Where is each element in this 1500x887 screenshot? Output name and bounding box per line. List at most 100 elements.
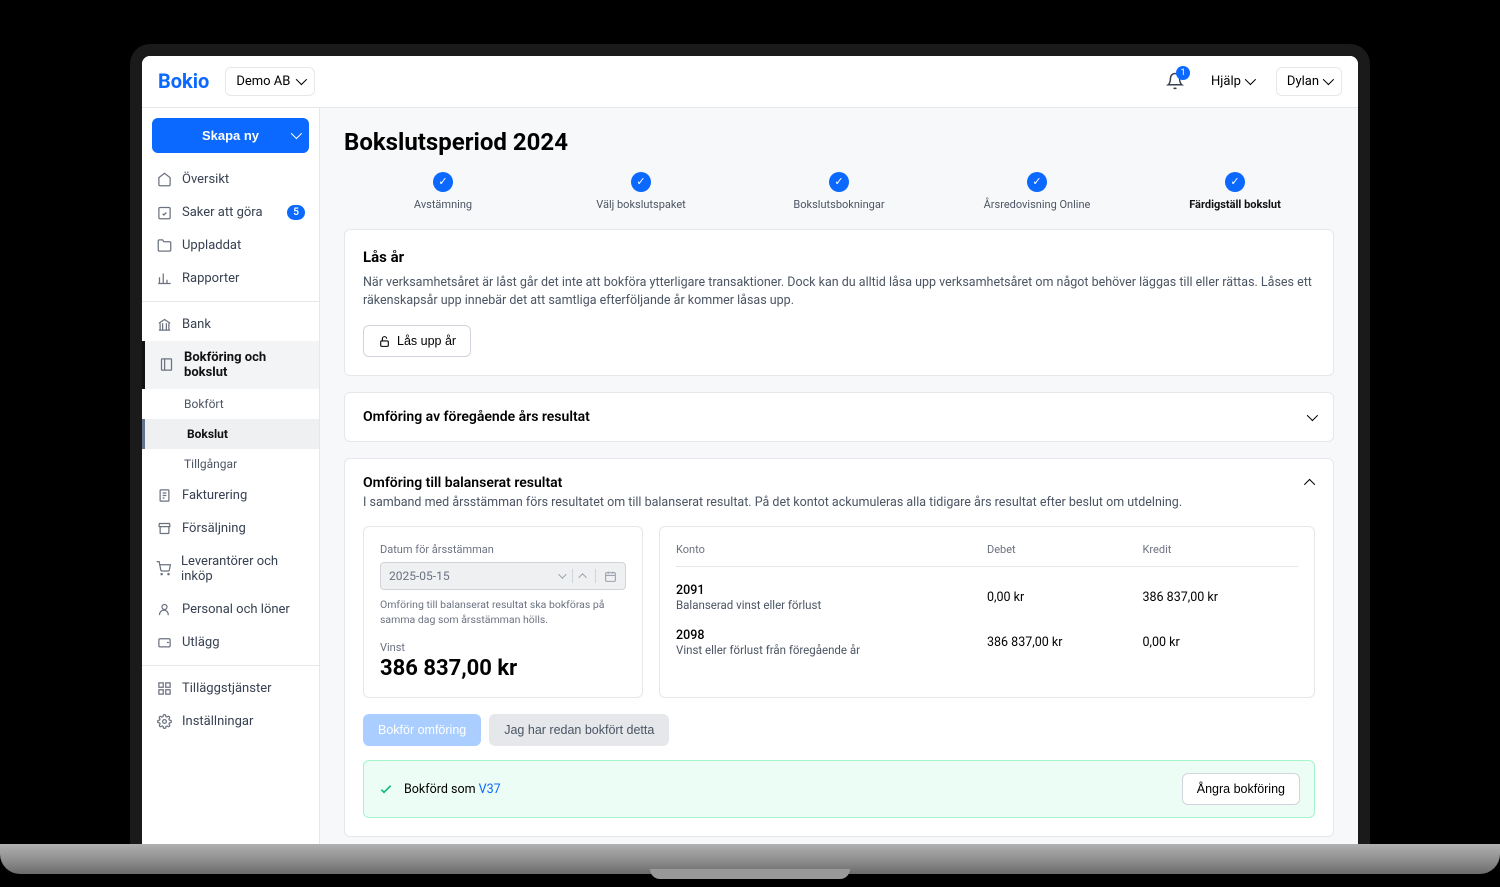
sidebar-item-uploaded[interactable]: Uppladdat	[142, 229, 319, 262]
create-new-button[interactable]: Skapa ny	[152, 118, 309, 153]
chevron-down-icon	[291, 128, 302, 139]
check-icon: ✓	[1027, 172, 1047, 192]
nav-divider	[142, 301, 319, 302]
user-name: Dylan	[1287, 74, 1319, 89]
check-icon: ✓	[433, 172, 453, 192]
person-icon	[156, 602, 172, 617]
unlock-year-button[interactable]: Lås upp år	[363, 325, 471, 357]
undo-booking-button[interactable]: Ångra bokföring	[1182, 773, 1300, 805]
step-label: Färdigställ bokslut	[1189, 198, 1281, 211]
table-row: 2091 Balanserad vinst eller förlust 0,00…	[676, 575, 1298, 620]
profit-value: 386 837,00 kr	[380, 656, 626, 681]
account-name: Balanserad vinst eller förlust	[676, 598, 987, 612]
sidebar-item-label: Översikt	[182, 172, 229, 187]
step-annual-report[interactable]: ✓ Årsredovisning Online	[938, 172, 1136, 211]
sidebar-item-label: Uppladdat	[182, 238, 241, 253]
account-code: 2098	[676, 628, 987, 643]
chevron-down-icon	[1323, 74, 1334, 85]
book-transfer-button[interactable]: Bokför omföring	[363, 714, 481, 746]
account-code: 2091	[676, 583, 987, 598]
meeting-date-panel: Datum för årsstämman 2025-05-15	[363, 526, 643, 698]
sidebar-item-label: Leverantörer och inköp	[181, 554, 305, 584]
todo-badge: 5	[287, 205, 305, 220]
chevron-down-icon	[296, 74, 307, 85]
user-menu[interactable]: Dylan	[1276, 67, 1342, 96]
step-reconciliation[interactable]: ✓ Avstämning	[344, 172, 542, 211]
app-header: Bokio Demo AB 1 Hjälp Dylan	[142, 56, 1358, 108]
reports-icon	[156, 271, 172, 286]
sidebar-item-label: Inställningar	[182, 714, 253, 729]
meeting-date-input[interactable]: 2025-05-15	[380, 562, 626, 590]
check-icon: ✓	[829, 172, 849, 192]
sidebar-item-bookkeeping[interactable]: Bokföring och bokslut	[142, 341, 319, 389]
sidebar-item-reports[interactable]: Rapporter	[142, 262, 319, 295]
invoice-icon	[156, 488, 172, 503]
notification-badge: 1	[1176, 66, 1190, 80]
step-finalize[interactable]: ✓ Färdigställ bokslut	[1136, 172, 1334, 211]
notifications-button[interactable]: 1	[1162, 68, 1188, 94]
lock-year-text: När verksamhetsåret är låst går det inte…	[363, 274, 1315, 312]
company-name: Demo AB	[236, 74, 290, 89]
create-new-label: Skapa ny	[202, 128, 259, 143]
step-label: Årsredovisning Online	[984, 198, 1091, 211]
subnav-bokslut[interactable]: Bokslut	[142, 419, 319, 449]
date-value: 2025-05-15	[389, 569, 558, 583]
prev-year-title: Omföring av föregående års resultat	[363, 409, 590, 425]
sidebar-item-suppliers[interactable]: Leverantörer och inköp	[142, 545, 319, 593]
accounts-table: Konto Debet Kredit 2091 Balanserad vinst…	[659, 526, 1315, 698]
sidebar-item-label: Saker att göra	[182, 205, 263, 220]
unlock-year-label: Lås upp år	[397, 334, 456, 348]
bank-icon	[156, 317, 172, 332]
already-booked-button[interactable]: Jag har redan bokfört detta	[489, 714, 669, 746]
sidebar-item-overview[interactable]: Översikt	[142, 163, 319, 196]
credit-value: 386 837,00 kr	[1143, 590, 1299, 605]
step-label: Avstämning	[414, 198, 472, 211]
addons-icon	[156, 681, 172, 696]
check-icon: ✓	[1225, 172, 1245, 192]
chevron-up-icon	[578, 573, 586, 581]
brand-logo: Bokio	[158, 69, 209, 93]
sidebar-item-payroll[interactable]: Personal och löner	[142, 593, 319, 626]
sidebar-item-invoicing[interactable]: Fakturering	[142, 479, 319, 512]
progress-steps: ✓ Avstämning ✓ Välj bokslutspaket ✓ Boks…	[344, 172, 1334, 211]
help-label: Hjälp	[1211, 74, 1241, 89]
step-closing-entries[interactable]: ✓ Bokslutsbokningar	[740, 172, 938, 211]
sidebar-item-expenses[interactable]: Utlägg	[142, 626, 319, 659]
step-package[interactable]: ✓ Välj bokslutspaket	[542, 172, 740, 211]
sidebar-item-label: Försäljning	[182, 521, 246, 536]
company-selector[interactable]: Demo AB	[225, 67, 315, 96]
th-debit: Debet	[987, 543, 1143, 556]
balanced-result-toggle[interactable]: Omföring till balanserat resultat	[345, 459, 1333, 495]
sidebar-item-label: Bokföring och bokslut	[184, 350, 305, 380]
sidebar-item-addons[interactable]: Tilläggstjänster	[142, 672, 319, 705]
nav-divider	[142, 665, 319, 666]
balanced-result-desc: I samband med årsstämman förs resultatet…	[363, 495, 1315, 510]
debit-value: 386 837,00 kr	[987, 635, 1143, 650]
sidebar-item-sales[interactable]: Försäljning	[142, 512, 319, 545]
chevron-down-icon	[1307, 410, 1318, 421]
page-title: Bokslutsperiod 2024	[344, 128, 1334, 156]
verification-link[interactable]: V37	[479, 782, 501, 797]
sidebar-item-settings[interactable]: Inställningar	[142, 705, 319, 738]
success-banner: Bokförd som V37 Ångra bokföring	[363, 760, 1315, 818]
debit-value: 0,00 kr	[987, 590, 1143, 605]
sidebar: Skapa ny Översikt Saker att göra 5 Uppla…	[142, 108, 320, 844]
date-field-label: Datum för årsstämman	[380, 543, 626, 556]
sidebar-item-bank[interactable]: Bank	[142, 308, 319, 341]
divider	[572, 569, 573, 583]
sidebar-item-label: Personal och löner	[182, 602, 290, 617]
sidebar-item-label: Bank	[182, 317, 211, 332]
subnav-bokfort[interactable]: Bokfört	[150, 389, 319, 419]
help-menu[interactable]: Hjälp	[1200, 67, 1264, 96]
cart-icon	[156, 561, 171, 576]
subnav-tillgangar[interactable]: Tillgångar	[150, 449, 319, 479]
wallet-icon	[156, 635, 172, 650]
chevron-down-icon	[1245, 74, 1256, 85]
sidebar-item-todo[interactable]: Saker att göra 5	[142, 196, 319, 229]
table-row: 2098 Vinst eller förlust från föregående…	[676, 620, 1298, 665]
prev-year-toggle[interactable]: Omföring av föregående års resultat	[345, 393, 1333, 441]
th-credit: Kredit	[1143, 543, 1299, 556]
prev-year-card: Omföring av föregående års resultat	[344, 392, 1334, 442]
shop-icon	[156, 521, 172, 536]
balanced-result-card: Omföring till balanserat resultat I samb…	[344, 458, 1334, 837]
